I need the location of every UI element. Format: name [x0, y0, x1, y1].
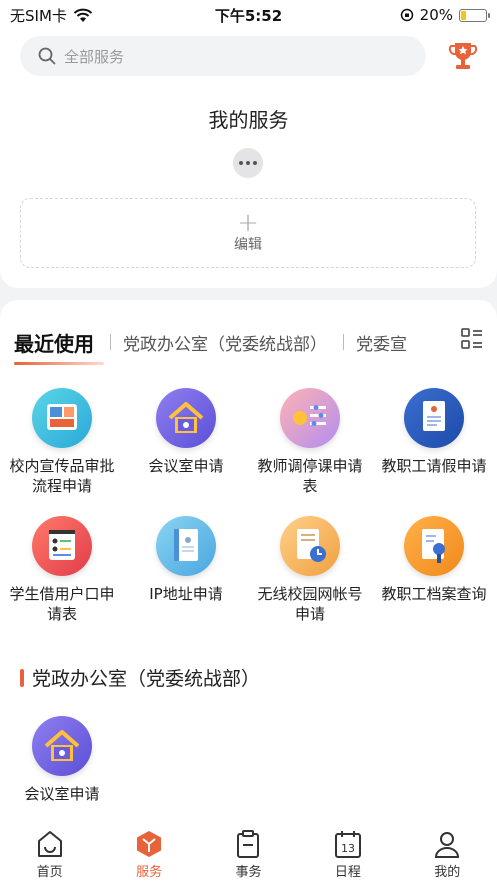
service-publicity-approval[interactable]: 校内宣传品审批流程申请: [0, 388, 124, 496]
services-card: 最近使用 党政办公室（党委统战部） 党委宣 校内宣传品审批流程申请 会议室申请 …: [0, 300, 497, 825]
layout-board-icon: [32, 388, 92, 448]
service-label: IP地址申请: [149, 585, 223, 603]
service-meeting-room[interactable]: 会议室申请: [124, 388, 248, 476]
nav-label: 我的: [434, 865, 461, 880]
battery-percent: 20%: [419, 6, 453, 24]
schedule-sliders-icon: [280, 388, 340, 448]
home-icon: [37, 831, 62, 857]
section-title: 党政办公室（党委统战部）: [20, 664, 260, 691]
nav-home[interactable]: 首页: [10, 829, 90, 880]
nav-affairs[interactable]: 事务: [208, 829, 288, 880]
more-button[interactable]: [233, 148, 263, 178]
id-card-icon: [156, 516, 216, 576]
category-list-icon[interactable]: [461, 328, 483, 350]
service-class-reschedule[interactable]: 教师调停课申请表: [248, 388, 372, 496]
active-tab-indicator: [14, 362, 104, 365]
svg-text:13: 13: [341, 842, 355, 855]
nav-services[interactable]: 服务: [109, 829, 189, 880]
section-title-text: 党政办公室（党委统战部）: [32, 668, 261, 690]
contact-list-icon: [32, 516, 92, 576]
search-icon: [38, 47, 56, 65]
service-meeting-room-section[interactable]: 会议室申请: [0, 716, 124, 804]
search-placeholder: 全部服务: [64, 47, 125, 66]
orientation-lock-icon: [400, 8, 413, 22]
service-label: 会议室申请: [24, 785, 100, 803]
service-label: 教职工请假申请: [381, 457, 487, 475]
nav-label: 日程: [334, 865, 361, 880]
edit-services-button[interactable]: + 编辑: [20, 198, 476, 268]
service-label: 学生借用户口申请表: [9, 585, 115, 623]
nav-label: 首页: [36, 865, 63, 880]
carrier-label: 无SIM卡: [10, 6, 67, 25]
service-wireless-account[interactable]: 无线校园网帐号申请: [248, 516, 372, 624]
tab-recent[interactable]: 最近使用: [14, 328, 94, 357]
service-staff-archive[interactable]: 教职工档案查询: [372, 516, 496, 604]
service-cube-icon: [137, 831, 162, 857]
tab-divider: [343, 334, 344, 350]
profile-icon: [435, 832, 460, 858]
nav-profile[interactable]: 我的: [407, 829, 487, 880]
section-accent-bar: [20, 668, 24, 687]
service-label: 校内宣传品审批流程申请: [9, 457, 115, 495]
top-card: 全部服务 我的服务 + 编辑: [0, 30, 497, 288]
service-label: 无线校园网帐号申请: [257, 585, 363, 623]
search-input[interactable]: 全部服务: [20, 36, 426, 76]
calendar-icon: 13: [334, 831, 361, 858]
plus-icon: +: [237, 208, 259, 238]
tab-divider: [110, 334, 111, 350]
service-staff-leave[interactable]: 教职工请假申请: [372, 388, 496, 476]
house-icon: [32, 716, 92, 776]
edit-label: 编辑: [234, 237, 262, 253]
trophy-icon[interactable]: [448, 40, 478, 72]
service-label: 教职工档案查询: [381, 585, 487, 603]
nav-label: 服务: [136, 865, 163, 880]
status-bar: 无SIM卡 下午5:52 20%: [0, 0, 497, 30]
my-services-title: 我的服务: [208, 108, 289, 132]
tab-party-propaganda[interactable]: 党委宣: [356, 330, 407, 355]
nav-schedule[interactable]: 13 日程: [308, 829, 388, 880]
tab-party-office[interactable]: 党政办公室（党委统战部）: [123, 330, 327, 355]
service-student-hukou[interactable]: 学生借用户口申请表: [0, 516, 124, 624]
service-label: 教师调停课申请表: [257, 457, 363, 495]
service-label: 会议室申请: [148, 457, 224, 475]
category-tabs: 最近使用 党政办公室（党委统战部） 党委宣: [14, 326, 464, 358]
file-search-icon: [404, 516, 464, 576]
wifi-icon: [73, 8, 93, 22]
clipboard-icon: [237, 830, 260, 858]
bottom-nav: 首页 服务 事务 13 日程 我的: [0, 825, 497, 883]
clock-document-icon: [280, 516, 340, 576]
document-icon: [404, 388, 464, 448]
service-ip-address[interactable]: IP地址申请: [124, 516, 248, 604]
house-icon: [156, 388, 216, 448]
battery-icon: [459, 8, 490, 22]
nav-label: 事务: [235, 865, 262, 880]
